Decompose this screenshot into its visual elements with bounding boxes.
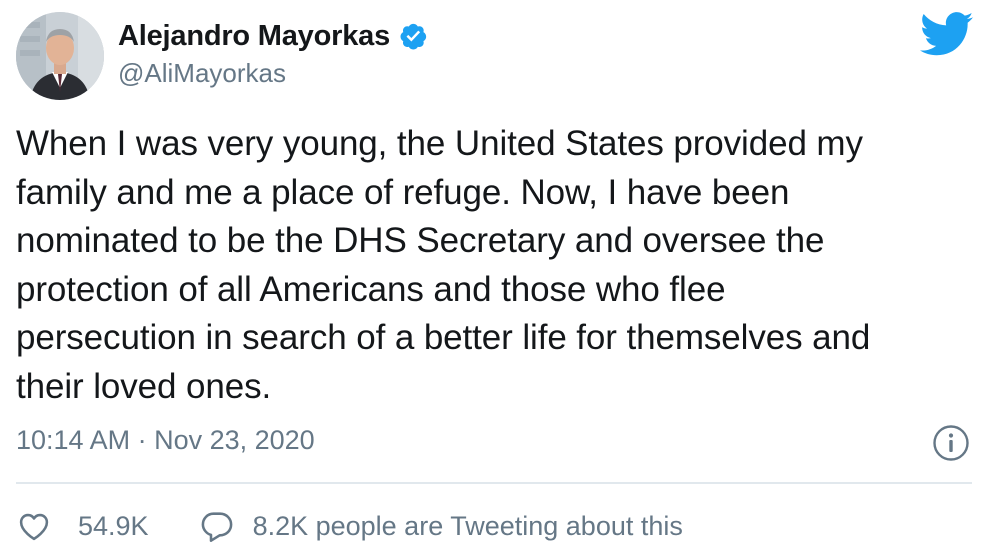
tweet-card: Alejandro Mayorkas @AliMayorkas When I w…	[0, 0, 994, 560]
author-name-row: Alejandro Mayorkas	[118, 16, 428, 56]
avatar[interactable]	[16, 12, 104, 100]
like-count: 54.9K	[78, 510, 149, 541]
tweet-actions: 54.9K 8.2K people are Tweeting about thi…	[16, 504, 683, 548]
verified-badge-icon	[398, 21, 428, 51]
divider	[16, 482, 972, 484]
info-icon[interactable]	[932, 424, 970, 462]
conversation-button[interactable]: 8.2K people are Tweeting about this	[199, 508, 683, 544]
speech-bubble-icon	[199, 508, 235, 544]
conversation-text: 8.2K people are Tweeting about this	[252, 510, 683, 541]
author-handle[interactable]: @AliMayorkas	[118, 58, 286, 89]
heart-icon	[16, 508, 52, 544]
author-display-name[interactable]: Alejandro Mayorkas	[118, 20, 390, 53]
tweet-timestamp[interactable]: 10:14 AM · Nov 23, 2020	[16, 425, 315, 456]
avatar-photo	[16, 12, 104, 100]
twitter-bird-icon[interactable]	[920, 12, 974, 56]
tweet-text: When I was very young, the United States…	[16, 124, 871, 406]
like-button[interactable]: 54.9K	[16, 508, 149, 544]
